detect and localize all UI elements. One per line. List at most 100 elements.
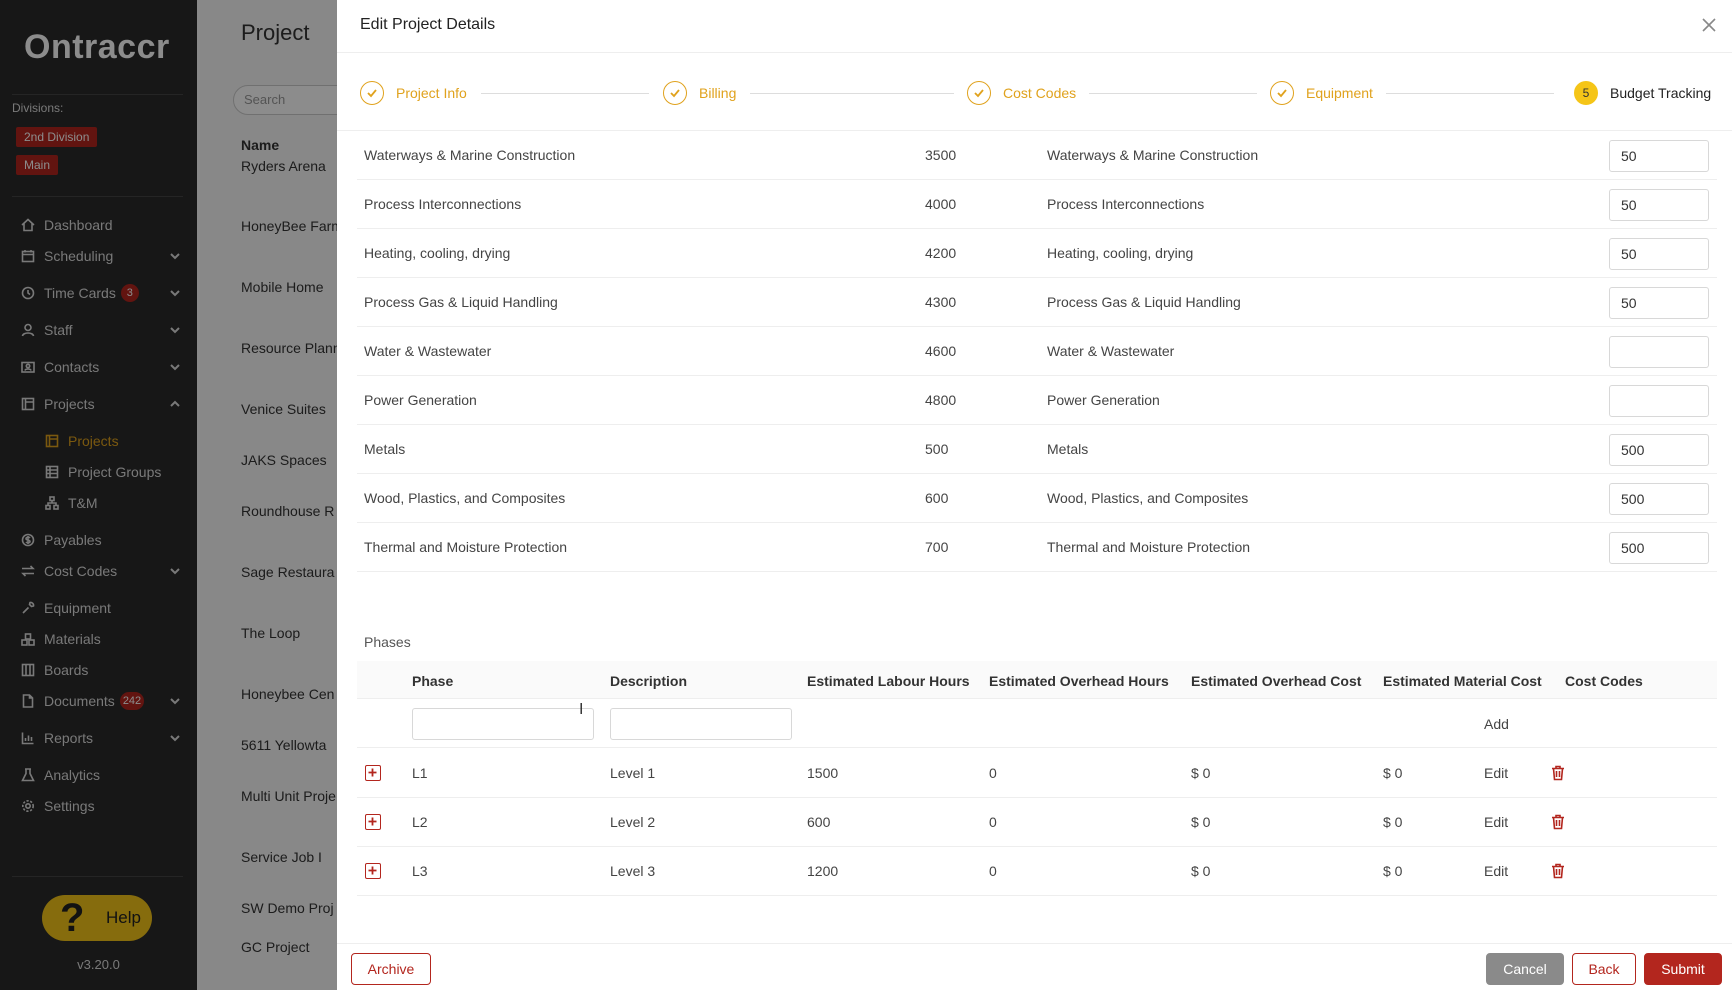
cost-code-number: 500 [925,441,949,457]
back-button[interactable]: Back [1572,953,1636,985]
expand-icon[interactable] [365,863,381,879]
edit-cost-codes-button[interactable]: Edit [1484,814,1508,830]
step-connector [481,93,649,94]
phase-description: Level 1 [610,765,656,781]
cost-code-phase: Heating, cooling, drying [1047,245,1194,261]
phase-input[interactable] [412,708,594,740]
expand-icon[interactable] [365,765,381,781]
new-phase-row: Add [357,700,1717,748]
overhead-hours: 0 [989,863,997,879]
labour-hours: 600 [807,814,831,830]
phases-label: Phases [364,634,411,650]
step-number: 5 [1574,81,1598,105]
cost-code-number: 3500 [925,147,957,163]
step-connector [1089,93,1257,94]
phase-row: L1 Level 1 1500 0 $ 0 $ 0 Edit [357,749,1717,798]
overhead-cost: $ 0 [1191,863,1211,879]
cost-code-row: Process Interconnections 4000 Process Inte… [357,180,1717,229]
step-equipment[interactable]: Equipment [1270,80,1373,106]
edit-cost-codes-button[interactable]: Edit [1484,863,1508,879]
budget-input[interactable]: 50 [1609,189,1709,221]
col-labour-hours: Estimated Labour Hours [807,673,970,689]
cost-code-number: 4000 [925,196,957,212]
step-label: Project Info [396,85,467,101]
cost-code-name: Wood, Plastics, and Composites [364,490,566,506]
cost-code-row: Metals 500 Metals 500 [357,425,1717,474]
cost-code-number: 700 [925,539,949,555]
check-icon [360,81,384,105]
cost-code-number: 4800 [925,392,957,408]
overhead-cost: $ 0 [1191,814,1211,830]
budget-input[interactable] [1609,385,1709,417]
col-overhead-hours: Estimated Overhead Hours [989,673,1169,689]
cost-code-row: Water & Wastewater 4600 Water & Wastewater [357,327,1717,376]
phase-row: L2 Level 2 600 0 $ 0 $ 0 Edit [357,798,1717,847]
budget-input[interactable]: 50 [1609,238,1709,270]
phase-description: Level 2 [610,814,656,830]
cost-code-phase: Thermal and Moisture Protection [1047,539,1251,555]
expand-icon[interactable] [365,814,381,830]
step-label: Equipment [1306,85,1373,101]
edit-cost-codes-button[interactable]: Edit [1484,765,1508,781]
cost-code-phase: Waterways & Marine Construction [1047,147,1259,163]
text-cursor-icon: I [579,701,584,718]
budget-input[interactable] [1609,336,1709,368]
cost-code-row: Process Gas & Liquid Handling 4300 Process… [357,278,1717,327]
submit-button[interactable]: Submit [1644,953,1722,985]
step-budget-tracking[interactable]: 5 Budget Tracking [1574,80,1711,106]
cost-code-name: Thermal and Moisture Protection [364,539,568,555]
cost-code-number: 4300 [925,294,957,310]
cost-code-phase: Process Gas & Liquid Handling [1047,294,1241,310]
description-input[interactable] [610,708,792,740]
cost-code-name: Metals [364,441,406,457]
trash-icon[interactable] [1551,814,1565,830]
cost-code-name: Waterways & Marine Construction [364,147,576,163]
step-connector [1386,93,1554,94]
cost-code-number: 4600 [925,343,957,359]
cost-code-phase: Metals [1047,441,1089,457]
col-description: Description [610,673,688,689]
budget-input[interactable]: 500 [1609,483,1709,515]
material-cost: $ 0 [1383,765,1403,781]
phase-name: L2 [412,814,428,830]
trash-icon[interactable] [1551,863,1565,879]
cost-code-row: Waterways & Marine Construction 3500 Water… [357,131,1717,180]
step-billing[interactable]: Billing [663,80,736,106]
add-phase-button[interactable]: Add [1484,716,1509,732]
step-connector [750,93,954,94]
budget-input[interactable]: 50 [1609,140,1709,172]
cost-code-row: Heating, cooling, drying 4200 Heating, coo… [357,229,1717,278]
modal-title: Edit Project Details [360,16,496,33]
edit-project-modal: Edit Project Details Project Info Billin… [337,0,1732,990]
phase-name: L3 [412,863,428,879]
labour-hours: 1500 [807,765,839,781]
cost-code-name: Process Interconnections [364,196,522,212]
budget-input[interactable]: 500 [1609,532,1709,564]
overhead-hours: 0 [989,765,997,781]
cost-code-row: Thermal and Moisture Protection 700 Therma… [357,523,1717,572]
step-cost-codes[interactable]: Cost Codes [967,80,1076,106]
overhead-hours: 0 [989,814,997,830]
cost-code-row: Wood, Plastics, and Composites 600 Wood, P… [357,474,1717,523]
step-label: Budget Tracking [1610,85,1712,101]
material-cost: $ 0 [1383,814,1403,830]
col-overhead-cost: Estimated Overhead Cost [1191,673,1362,689]
step-label: Cost Codes [1003,85,1077,101]
phases-table-header: Phase Description Estimated Labour Hours… [357,661,1717,699]
close-icon[interactable] [1702,18,1716,32]
archive-button[interactable]: Archive [351,953,431,985]
cost-code-number: 600 [925,490,949,506]
budget-input[interactable]: 50 [1609,287,1709,319]
col-material-cost: Estimated Material Cost [1383,673,1542,689]
cancel-button[interactable]: Cancel [1486,953,1564,985]
overhead-cost: $ 0 [1191,765,1211,781]
budget-input[interactable]: 500 [1609,434,1709,466]
step-project-info[interactable]: Project Info [360,80,467,106]
labour-hours: 1200 [807,863,839,879]
step-label: Billing [699,85,737,101]
trash-icon[interactable] [1551,765,1565,781]
modal-overlay[interactable] [0,0,337,990]
cost-code-name: Process Gas & Liquid Handling [364,294,558,310]
cost-code-phase: Process Interconnections [1047,196,1205,212]
material-cost: $ 0 [1383,863,1403,879]
